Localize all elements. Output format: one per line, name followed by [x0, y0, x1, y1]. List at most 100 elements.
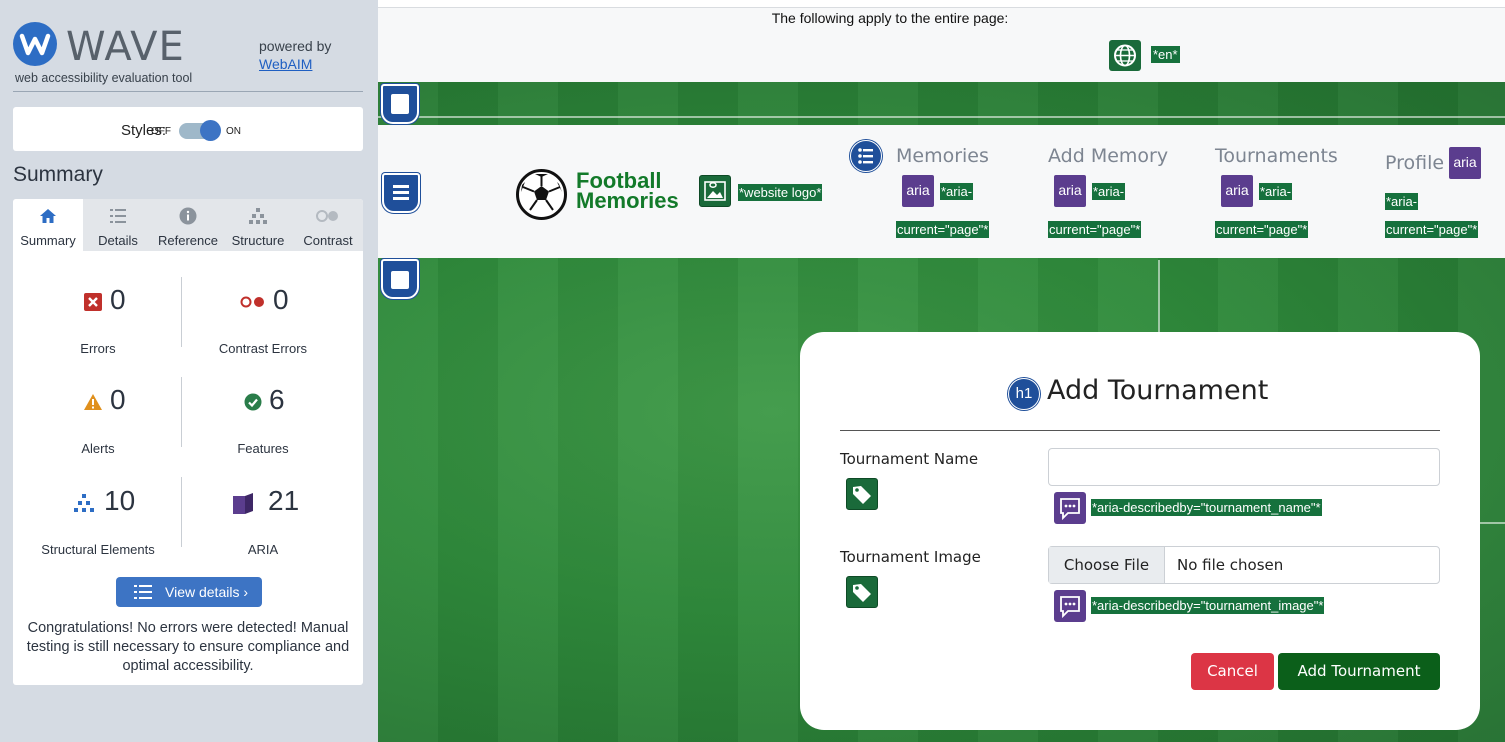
- title-divider: [840, 430, 1440, 431]
- aria-icon[interactable]: aria: [902, 175, 934, 207]
- nav-tournaments[interactable]: Tournaments: [1215, 145, 1338, 167]
- hierarchy-icon: [249, 208, 267, 224]
- language-globe-icon[interactable]: [1109, 40, 1141, 71]
- view-details-label: View details ›: [165, 584, 249, 600]
- tab-contrast[interactable]: Contrast: [293, 199, 363, 251]
- tab-details[interactable]: Details: [83, 199, 153, 251]
- site-logo-text: Football Memories: [576, 170, 679, 213]
- structural-label: Structural Elements: [41, 542, 155, 557]
- wave-sidebar: WAVE web accessibility evaluation tool p…: [0, 0, 378, 742]
- contrast-error-icon: [240, 296, 264, 308]
- aria-current-tag: current="page"*: [1048, 221, 1142, 238]
- list-icon: [134, 585, 152, 599]
- aria-current-tag: *aria-: [1092, 183, 1126, 200]
- page-title: Add Tournament: [1047, 375, 1269, 406]
- stat-errors[interactable]: 0 Errors: [13, 284, 183, 364]
- cancel-button[interactable]: Cancel: [1191, 653, 1274, 690]
- nav-profile[interactable]: Profile: [1385, 152, 1444, 174]
- linked-image-icon[interactable]: [699, 175, 731, 207]
- page-applies-text: The following apply to the entire page:: [771, 10, 1009, 26]
- page-level-bar: The following apply to the entire page: …: [378, 8, 1505, 82]
- powered-by-text: powered by: [259, 38, 332, 54]
- contrast-errors-count: 0: [273, 284, 289, 315]
- aria-current-tag: current="page"*: [1215, 221, 1309, 238]
- aria-current-tag: current="page"*: [1385, 221, 1479, 238]
- list-icon[interactable]: [850, 140, 882, 172]
- alerts-count: 0: [110, 384, 126, 415]
- football-logo-icon[interactable]: [516, 169, 567, 220]
- errors-label: Errors: [80, 341, 116, 356]
- aria-describedby-tag: *aria-describedby="tournament_image"*: [1091, 597, 1325, 614]
- stat-alerts[interactable]: 0 Alerts: [13, 384, 183, 464]
- styles-toggle-knob[interactable]: [200, 120, 221, 141]
- field-line: [1158, 260, 1160, 340]
- aria-icon[interactable]: aria: [1449, 147, 1481, 179]
- label-tag-icon[interactable]: [846, 576, 878, 608]
- tab-summary[interactable]: Summary: [13, 199, 83, 251]
- wave-brand: WAVE: [66, 24, 185, 70]
- home-icon: [40, 209, 56, 223]
- header-landmark-icon[interactable]: [381, 84, 419, 124]
- field-line: [1478, 522, 1505, 524]
- styles-toggle-box: Styles: OFF ON: [13, 107, 363, 151]
- wave-subtitle: web accessibility evaluation tool: [15, 71, 193, 85]
- page-viewport: The following apply to the entire page: …: [378, 0, 1505, 742]
- aria-icon: [233, 493, 253, 514]
- view-details-button[interactable]: View details ›: [116, 577, 262, 607]
- tournament-image-input[interactable]: Choose File No file chosen: [1048, 546, 1440, 584]
- aria-describedby-icon[interactable]: [1054, 492, 1086, 524]
- aria-icon[interactable]: aria: [1054, 175, 1086, 207]
- aria-count: 21: [268, 485, 300, 516]
- add-tournament-button[interactable]: Add Tournament: [1278, 653, 1440, 690]
- tab-summary-label: Summary: [20, 233, 76, 248]
- heading-h1-icon[interactable]: h1: [1008, 378, 1040, 410]
- stat-aria[interactable]: 21 ARIA: [178, 485, 348, 565]
- main-landmark-icon[interactable]: [381, 259, 419, 299]
- aria-current-tag: current="page"*: [896, 221, 990, 238]
- field-line: [378, 116, 1505, 118]
- aria-current-tag: *aria-: [1259, 183, 1293, 200]
- alt-text-tag: *website logo*: [738, 184, 823, 201]
- webaim-link[interactable]: WebAIM: [259, 56, 312, 72]
- stat-structural[interactable]: 10 Structural Elements: [13, 485, 183, 565]
- contrast-icon: [316, 210, 338, 222]
- top-edge: [378, 0, 1505, 8]
- stat-contrast-errors[interactable]: 0 Contrast Errors: [178, 284, 348, 364]
- tab-reference[interactable]: Reference: [153, 199, 223, 251]
- list-icon: [110, 209, 126, 223]
- styles-on-label: ON: [226, 126, 241, 137]
- tournament-name-input[interactable]: [1048, 448, 1440, 486]
- aria-icon[interactable]: aria: [1221, 175, 1253, 207]
- info-icon: [179, 207, 197, 225]
- alerts-label: Alerts: [81, 441, 115, 456]
- wave-logo-icon: [13, 22, 57, 66]
- tab-contrast-label: Contrast: [303, 233, 353, 248]
- structure-icon: [74, 494, 94, 512]
- nav-add-memory[interactable]: Add Memory: [1048, 145, 1168, 167]
- aria-current-tag: *aria-: [940, 183, 974, 200]
- tab-structure-label: Structure: [231, 233, 285, 248]
- wave-header: WAVE web accessibility evaluation tool p…: [13, 22, 363, 92]
- navigation-landmark-icon[interactable]: [382, 173, 420, 213]
- styles-off-label: OFF: [151, 126, 171, 137]
- nav-memories[interactable]: Memories: [896, 145, 989, 167]
- tournament-image-label: Tournament Image: [840, 548, 981, 566]
- error-icon: [84, 293, 102, 311]
- choose-file-button[interactable]: Choose File: [1049, 547, 1165, 583]
- label-tag-icon[interactable]: [846, 478, 878, 510]
- tab-structure[interactable]: Structure: [223, 199, 293, 251]
- features-label: Features: [237, 441, 289, 456]
- tab-details-label: Details: [98, 233, 138, 248]
- wave-tabbar: Summary Details Reference Structure Cont…: [13, 199, 363, 251]
- summary-heading: Summary: [13, 163, 103, 186]
- add-tournament-card: h1 Add Tournament Tournament Name *aria-…: [800, 332, 1480, 730]
- aria-describedby-tag: *aria-describedby="tournament_name"*: [1091, 499, 1322, 516]
- feature-icon: [244, 393, 262, 411]
- language-tag: *en*: [1151, 46, 1180, 63]
- summary-panel: Summary Details Reference Structure Cont…: [13, 199, 363, 685]
- tournament-name-label: Tournament Name: [840, 450, 979, 468]
- aria-describedby-icon[interactable]: [1054, 590, 1086, 622]
- stat-features[interactable]: 6 Features: [178, 384, 348, 464]
- congrats-message: Congratulations! No errors were detected…: [26, 620, 350, 674]
- logo-line-memories: Memories: [576, 188, 679, 213]
